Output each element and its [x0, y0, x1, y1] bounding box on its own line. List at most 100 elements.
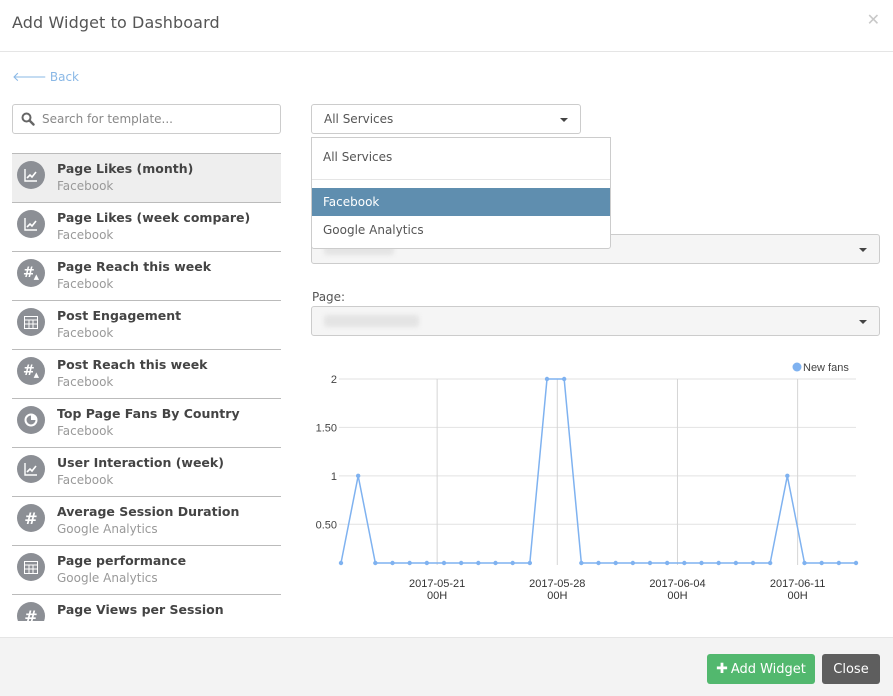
- template-source: Facebook: [57, 424, 114, 438]
- back-link[interactable]: 🡐 Back: [12, 69, 79, 85]
- template-text: Page Likes (week compare) Facebook: [57, 209, 250, 244]
- template-text: Page Views per Session Google Analytics: [57, 601, 224, 621]
- caret-down-icon: [859, 248, 867, 252]
- close-icon[interactable]: ✕: [867, 12, 880, 28]
- template-text: Page performance Google Analytics: [57, 552, 186, 587]
- data-point: [682, 560, 687, 566]
- template-item[interactable]: Page Likes (month) Facebook: [12, 154, 281, 203]
- page-select-value: [324, 315, 419, 327]
- y-tick-label: 1.50: [316, 422, 337, 434]
- template-item[interactable]: Top Page Fans By Country Facebook: [12, 399, 281, 448]
- modal-header: Add Widget to Dashboard ✕: [0, 0, 893, 52]
- data-point: [664, 560, 670, 566]
- service-filter-select[interactable]: All Services: [311, 104, 581, 134]
- search-input[interactable]: [40, 111, 260, 127]
- data-point: [613, 560, 618, 566]
- data-point: [630, 560, 636, 566]
- template-source: Google Analytics: [57, 619, 224, 621]
- x-tick-label: 2017-06-11: [770, 578, 825, 590]
- line-chart-icon: [17, 455, 45, 483]
- template-name: Page Likes (week compare): [57, 210, 251, 225]
- data-point: [527, 560, 533, 566]
- dropdown-option-facebook[interactable]: Facebook: [312, 188, 610, 216]
- template-text: Page Likes (month) Facebook: [57, 160, 193, 195]
- template-name: Page Likes (month): [57, 161, 194, 176]
- dropdown-divider: [312, 179, 610, 180]
- arrow-left-icon: 🡐: [12, 70, 47, 85]
- template-name: Page Reach this week: [57, 259, 212, 274]
- plus-icon: ✚: [716, 661, 728, 677]
- data-point: [390, 560, 395, 566]
- data-point: [819, 560, 824, 566]
- series-line-new-fans: [340, 378, 856, 564]
- template-item[interactable]: # ▲ Page Reach this week Facebook: [12, 252, 281, 301]
- template-name: Post Reach this week: [57, 357, 208, 372]
- template-source: Facebook: [57, 277, 114, 291]
- template-name: Average Session Duration: [57, 504, 240, 519]
- modal-footer: ✚ Add Widget Close: [0, 637, 893, 696]
- table-icon: [17, 553, 45, 581]
- template-name: Top Page Fans By Country: [57, 406, 240, 421]
- template-name: Page Views per Session: [57, 602, 224, 617]
- caret-down-icon: [859, 320, 867, 324]
- data-point: [647, 560, 653, 566]
- close-button[interactable]: Close: [822, 654, 880, 684]
- template-source: Facebook: [57, 326, 114, 340]
- hash-icon: #: [17, 602, 45, 621]
- modal-title: Add Widget to Dashboard: [12, 13, 220, 32]
- page-select[interactable]: [311, 306, 880, 336]
- line-chart-icon: [17, 210, 45, 238]
- hash-trend-icon: # ▲: [17, 357, 45, 385]
- page-label: Page:: [312, 290, 346, 304]
- data-point: [493, 560, 498, 566]
- data-point: [596, 560, 601, 566]
- pie-chart-icon: [17, 406, 45, 434]
- data-point: [853, 560, 859, 566]
- back-label: Back: [49, 70, 80, 84]
- template-source: Google Analytics: [57, 571, 158, 585]
- template-item[interactable]: Post Engagement Facebook: [12, 301, 281, 350]
- x-tick-sublabel: 00H: [547, 590, 567, 602]
- data-point: [579, 560, 584, 566]
- x-tick-sublabel: 00H: [667, 590, 687, 602]
- template-text: Page Reach this week Facebook: [57, 258, 211, 293]
- template-item[interactable]: # Average Session Duration Google Analytic…: [12, 497, 281, 546]
- dropdown-option-google-analytics[interactable]: Google Analytics: [312, 216, 610, 244]
- template-item[interactable]: Page Likes (week compare) Facebook: [12, 203, 281, 252]
- data-point: [836, 560, 842, 566]
- template-source: Facebook: [57, 473, 114, 487]
- table-icon: [17, 308, 45, 336]
- data-point: [355, 473, 361, 479]
- x-tick-sublabel: 00H: [788, 590, 808, 602]
- y-tick-label: 0.50: [316, 519, 337, 531]
- template-item[interactable]: Page performance Google Analytics: [12, 546, 281, 595]
- x-tick-label: 2017-05-28: [529, 578, 585, 590]
- template-item[interactable]: # ▲ Post Reach this week Facebook: [12, 350, 281, 399]
- x-tick-label: 2017-06-04: [649, 578, 705, 590]
- y-tick-label: 2: [331, 374, 337, 386]
- template-name: User Interaction (week): [57, 455, 224, 470]
- data-point: [373, 560, 378, 566]
- template-source: Facebook: [57, 179, 114, 193]
- data-point: [785, 473, 790, 479]
- template-source: Facebook: [57, 228, 114, 242]
- dropdown-option-all-services[interactable]: All Services: [312, 143, 610, 171]
- add-widget-button[interactable]: ✚ Add Widget: [707, 654, 815, 684]
- data-point: [424, 560, 430, 566]
- add-widget-label: Add Widget: [730, 661, 806, 677]
- template-text: Average Session Duration Google Analytics: [57, 503, 239, 538]
- template-text: Top Page Fans By Country Facebook: [57, 405, 240, 440]
- template-list: Page Likes (month) Facebook Page Likes (we…: [12, 153, 281, 621]
- data-point: [458, 560, 464, 566]
- template-search[interactable]: [12, 104, 281, 134]
- caret-down-icon: [560, 118, 568, 122]
- data-point: [716, 560, 721, 566]
- hash-trend-icon: # ▲: [17, 259, 45, 287]
- template-item[interactable]: # Page Views per Session Google Analytics: [12, 595, 281, 621]
- y-tick-label: 1: [331, 471, 337, 483]
- data-point: [733, 560, 739, 566]
- template-item[interactable]: User Interaction (week) Facebook: [12, 448, 281, 497]
- data-point: [510, 560, 515, 566]
- data-point: [699, 560, 704, 566]
- legend-marker: [792, 362, 802, 372]
